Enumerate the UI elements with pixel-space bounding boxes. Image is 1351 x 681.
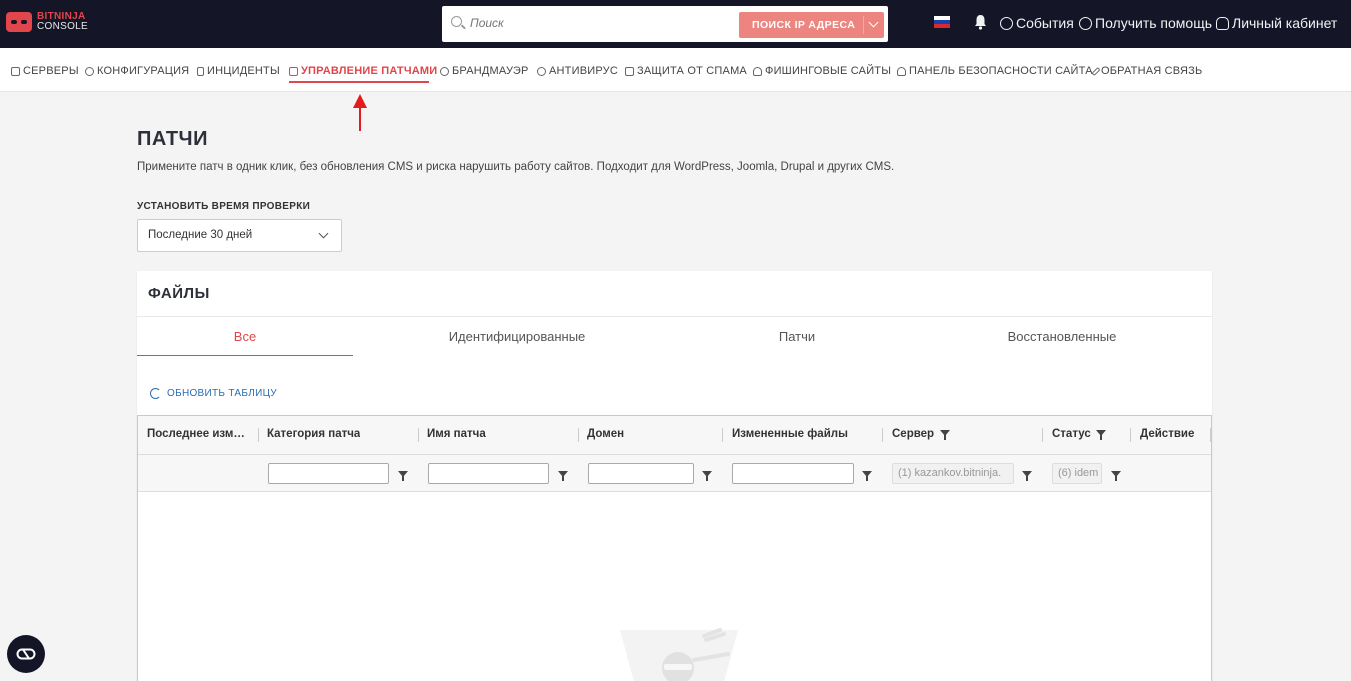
column-header-patch-name[interactable]: Имя патча xyxy=(427,428,486,440)
main-nav: СЕРВЕРЫ КОНФИГУРАЦИЯ ИНЦИДЕНТЫ УПРАВЛЕНИ… xyxy=(0,48,1351,92)
patch-icon xyxy=(289,66,298,76)
filter-input-status[interactable]: (6) idem xyxy=(1052,463,1102,484)
filter-icon[interactable] xyxy=(1022,471,1032,481)
table-filter-row: (1) kazankov.bitninja. (6) idem xyxy=(138,455,1211,492)
table-header: Последнее изменение Категория патча Имя … xyxy=(138,416,1211,455)
tab-identified[interactable]: Идентифицированные xyxy=(407,329,627,344)
bitninja-logo[interactable]: BITNINJA CONSOLE xyxy=(6,12,88,32)
filter-icon[interactable] xyxy=(398,471,408,481)
column-header-domain[interactable]: Домен xyxy=(587,428,624,440)
tab-all[interactable]: Все xyxy=(137,329,353,344)
nav-item-spam-protection[interactable]: ЗАЩИТА ОТ СПАМА xyxy=(625,65,747,77)
gear-icon xyxy=(85,66,94,76)
document-icon xyxy=(197,66,204,76)
ip-search-button[interactable]: ПОИСК IP АДРЕСА xyxy=(739,12,884,38)
filter-input-server[interactable]: (1) kazankov.bitninja. xyxy=(892,463,1014,484)
files-table: Последнее изменение Категория патча Имя … xyxy=(137,415,1212,681)
help-label: Получить помощь xyxy=(1095,15,1213,31)
filter-input-patch-name[interactable] xyxy=(428,463,549,484)
refresh-icon xyxy=(150,388,161,399)
nav-item-site-security-panel[interactable]: ПАНЕЛЬ БЕЗОПАСНОСТИ САЙТА xyxy=(897,65,1093,77)
nav-item-feedback[interactable]: ОБРАТНАЯ СВЯЗЬ xyxy=(1091,65,1202,77)
chat-button[interactable] xyxy=(7,635,45,673)
users-icon xyxy=(897,66,906,76)
tab-restored[interactable]: Восстановленные xyxy=(982,329,1142,344)
servers-icon xyxy=(11,66,20,76)
period-select[interactable]: Последние 30 дней xyxy=(137,219,342,252)
search-bar: ПОИСК IP АДРЕСА xyxy=(442,6,888,42)
filter-icon[interactable] xyxy=(558,471,568,481)
column-header-patch-category[interactable]: Категория патча xyxy=(267,428,360,440)
column-header-server[interactable]: Сервер xyxy=(892,428,934,440)
filter-icon[interactable] xyxy=(862,471,872,481)
annotation-arrow-line xyxy=(359,106,361,131)
search-icon xyxy=(451,16,462,27)
chevron-down-icon xyxy=(318,228,329,239)
nav-item-incidents[interactable]: ИНЦИДЕНТЫ xyxy=(197,65,280,77)
question-circle-icon xyxy=(1079,16,1092,30)
account-link[interactable]: Личный кабинет xyxy=(1216,15,1337,31)
period-select-value: Последние 30 дней xyxy=(148,229,253,241)
bell-icon[interactable] xyxy=(974,14,987,30)
active-tab-underline xyxy=(137,355,353,356)
nav-item-patch-management[interactable]: УПРАВЛЕНИЕ ПАТЧАМИ xyxy=(289,65,437,77)
nav-item-configuration[interactable]: КОНФИГУРАЦИЯ xyxy=(85,65,189,77)
empty-state-ninja-icon xyxy=(620,628,738,681)
events-label: События xyxy=(1016,15,1074,31)
column-header-action: Действие xyxy=(1140,428,1195,440)
events-link[interactable]: События xyxy=(1000,15,1074,31)
filter-icon[interactable] xyxy=(1096,430,1106,440)
firewall-icon xyxy=(440,66,449,76)
page-title: ПАТЧИ xyxy=(137,128,208,150)
filter-icon[interactable] xyxy=(702,471,712,481)
refresh-table-button[interactable]: ОБНОВИТЬ ТАБЛИЦУ xyxy=(150,388,277,399)
ip-search-button-label: ПОИСК IP АДРЕСА xyxy=(752,19,856,31)
page-description: Примените патч в одник клик, без обновле… xyxy=(137,161,895,173)
active-nav-underline xyxy=(289,81,429,83)
filter-input-domain[interactable] xyxy=(588,463,694,484)
help-link[interactable]: Получить помощь xyxy=(1079,15,1212,31)
user-icon xyxy=(1216,16,1229,30)
ninja-logo-icon xyxy=(6,12,32,32)
chevron-down-icon[interactable] xyxy=(868,17,879,28)
files-title: ФАЙЛЫ xyxy=(148,285,210,302)
play-circle-icon xyxy=(1000,16,1013,30)
nav-item-phishing-sites[interactable]: ФИШИНГОВЫЕ САЙТЫ xyxy=(753,65,891,77)
nav-item-servers[interactable]: СЕРВЕРЫ xyxy=(11,65,79,77)
refresh-table-label: ОБНОВИТЬ ТАБЛИЦУ xyxy=(167,388,277,399)
logo-brand-subtitle: CONSOLE xyxy=(37,21,89,32)
column-header-status[interactable]: Статус xyxy=(1052,428,1091,440)
lock-icon xyxy=(625,66,634,76)
filter-icon[interactable] xyxy=(1111,471,1121,481)
top-bar: BITNINJA CONSOLE ПОИСК IP АДРЕСА События… xyxy=(0,0,1351,48)
column-header-modified-files[interactable]: Измененные файлы xyxy=(732,428,848,440)
files-card: ФАЙЛЫ Все Идентифицированные Патчи Восст… xyxy=(137,271,1212,681)
filter-input-modified-files[interactable] xyxy=(732,463,854,484)
nav-item-antivirus[interactable]: АНТИВИРУС xyxy=(537,65,618,77)
chat-icon xyxy=(16,648,36,660)
account-label: Личный кабинет xyxy=(1232,15,1338,31)
nav-item-firewall[interactable]: БРАНДМАУЭР xyxy=(440,65,529,77)
column-header-last-modified[interactable]: Последнее изменение xyxy=(147,428,250,440)
period-label: УСТАНОВИТЬ ВРЕМЯ ПРОВЕРКИ xyxy=(137,201,311,212)
flag-ru-icon[interactable] xyxy=(934,16,950,28)
antivirus-icon xyxy=(537,66,546,76)
filter-icon[interactable] xyxy=(940,430,950,440)
anchor-icon xyxy=(753,66,762,76)
tab-patches[interactable]: Патчи xyxy=(737,329,857,344)
filter-input-patch-category[interactable] xyxy=(268,463,389,484)
search-input[interactable] xyxy=(470,16,730,30)
